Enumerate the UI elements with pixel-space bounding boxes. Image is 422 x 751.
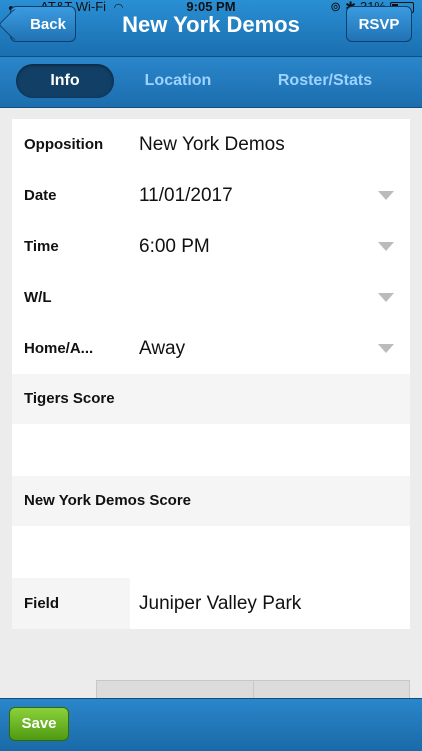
tab-roster-stats[interactable]: Roster/Stats <box>255 64 395 98</box>
field-row[interactable]: Field Juniper Valley Park <box>12 578 410 629</box>
tigers-score-header: Tigers Score <box>12 374 410 424</box>
rsvp-button[interactable]: RSVP <box>346 6 412 42</box>
opposition-label: Opposition <box>24 136 104 153</box>
chevron-down-icon[interactable] <box>378 242 394 251</box>
date-row[interactable]: Date 11/01/2017 <box>12 170 410 221</box>
date-label: Date <box>24 187 57 204</box>
tab-info[interactable]: Info <box>16 64 114 98</box>
chevron-down-icon[interactable] <box>378 344 394 353</box>
field-value[interactable]: Juniper Valley Park <box>139 578 301 629</box>
segmented-control[interactable] <box>96 680 410 700</box>
opposition-row[interactable]: Opposition New York Demos <box>12 119 410 170</box>
chevron-down-icon[interactable] <box>378 191 394 200</box>
opponent-score-input[interactable] <box>12 526 410 578</box>
opposition-value[interactable]: New York Demos <box>139 119 285 170</box>
save-button[interactable]: Save <box>9 707 69 741</box>
page-title: New York Demos <box>122 12 300 37</box>
opponent-score-header: New York Demos Score <box>12 476 410 526</box>
chevron-down-icon[interactable] <box>378 293 394 302</box>
bottom-toolbar: Save <box>0 698 422 751</box>
game-form: Opposition New York Demos Date 11/01/201… <box>12 119 410 629</box>
tigers-score-input[interactable] <box>12 424 410 476</box>
time-row[interactable]: Time 6:00 PM <box>12 221 410 272</box>
opponent-score-label: New York Demos Score <box>24 492 192 509</box>
field-label: Field <box>24 595 60 612</box>
nav-header: ●○○○○ AT&T Wi-Fi ◠ 9:05 PM ⊚ ✱ 31% Back … <box>0 0 422 56</box>
tab-location[interactable]: Location <box>128 64 228 98</box>
home-away-row[interactable]: Home/A... Away <box>12 323 410 374</box>
time-label: Time <box>24 238 59 255</box>
time-value[interactable]: 6:00 PM <box>139 221 210 272</box>
wl-label: W/L <box>24 289 52 306</box>
home-away-label: Home/A... <box>24 340 94 357</box>
back-button-label: Back <box>30 15 66 33</box>
tab-bar: Info Location Roster/Stats <box>0 56 422 108</box>
tigers-score-label: Tigers Score <box>24 390 115 407</box>
date-value[interactable]: 11/01/2017 <box>139 170 233 221</box>
wl-row[interactable]: W/L <box>12 272 410 323</box>
home-away-value[interactable]: Away <box>139 323 185 374</box>
back-button[interactable]: Back <box>10 6 76 42</box>
